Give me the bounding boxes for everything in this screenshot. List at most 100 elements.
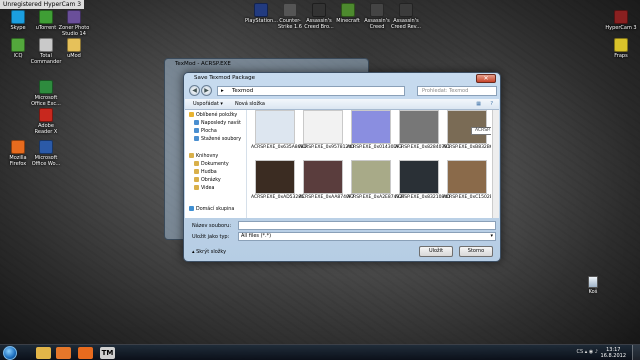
file-name: ACRSP.EXE_0x01430DF3 [347,145,403,150]
desktop-icon-recycle-bin[interactable]: Koš [582,276,604,295]
arrow-right-icon: ▶ [204,87,209,94]
search-input[interactable]: Prohledat: Texmod [417,86,497,96]
vertical-scrollbar[interactable] [492,110,499,218]
sidebar-item-recent[interactable]: Naposledy navšt [194,120,241,128]
file-thumbnail[interactable] [303,110,343,144]
close-button[interactable]: ✕ [476,74,496,83]
filename-row: Název souboru: [188,221,496,231]
desktop-icon-assassins-creed[interactable]: Assassin's Creed [361,3,393,30]
file-thumbnail[interactable] [351,110,391,144]
clock[interactable]: 13:17 16.8.2012 [601,347,626,359]
desktop-icon-adobe-reader[interactable]: Adobe Reader X [30,108,62,135]
taskbar-explorer[interactable] [36,347,51,359]
file-name: ACRSP.EXE_0xAD53285 [251,195,304,200]
sidebar-item-libraries[interactable]: Knihovny [189,153,218,161]
folder-icon [67,38,81,52]
recording-watermark: Unregistered HyperCam 3 [0,0,85,9]
desktop-icon-zoner[interactable]: Zoner Photo Studio 14 [58,10,90,37]
clock-date: 16.8.2012 [600,353,626,359]
sidebar-item-documents[interactable]: Dokumenty [194,161,229,169]
desktop-icon-word[interactable]: Microsoft Office Wo... [30,140,62,167]
recycle-bin-icon [588,276,598,288]
desktop-icon-assassins-creed-rev[interactable]: Assassin's Creed Rev... [390,3,422,30]
desktop-icon-assassins-creed-bro[interactable]: Assassin's Creed Bro... [303,3,335,30]
file-thumbnail[interactable] [399,160,439,194]
start-button[interactable] [3,346,17,360]
chevron-down-icon: ▾ [490,233,493,239]
dialog-title: Save Texmod Package [194,75,255,81]
game-icon [312,3,326,17]
skype-icon [11,10,25,24]
hide-folders-toggle[interactable]: ▴ Skrýt složky [192,248,226,256]
cancel-button[interactable]: Storno [459,246,493,257]
firefox-icon [11,140,25,154]
desktop-icon-playstation[interactable]: PlayStation... [245,3,278,24]
icq-icon [11,38,25,52]
system-tray[interactable]: CS ▴ ◉ ♪ [576,349,598,355]
excel-icon [39,80,53,94]
show-desktop-button[interactable] [632,345,640,360]
sidebar-item-pictures[interactable]: Obrázky [194,177,221,185]
hypercam-icon [614,10,628,24]
filetype-label: Uložit jako typ: [192,234,230,240]
address-bar[interactable]: ▸ Texmod [217,86,405,96]
language-indicator[interactable]: CS [576,349,583,355]
recent-icon [194,120,199,125]
sidebar-item-music[interactable]: Hudba [194,169,217,177]
game-icon [341,3,355,17]
taskbar-texmod[interactable]: TM [100,347,115,359]
game-icon [254,3,268,17]
help-icon[interactable]: ? [490,99,493,110]
organize-button[interactable]: Uspořádat ▾ [193,99,223,110]
file-thumbnail[interactable] [303,160,343,194]
file-browser-panel: Oblíbené položky Naposledy navšt Plocha … [185,110,499,218]
navigation-sidebar: Oblíbené položky Naposledy navšt Plocha … [185,110,247,218]
taskbar-firefox[interactable] [78,347,93,359]
view-options-icon[interactable]: ▦ [476,99,481,110]
downloads-icon [194,136,199,141]
word-icon [39,140,53,154]
desktop-icon-minecraft[interactable]: Minecraft [332,3,364,24]
homegroup-icon [189,206,194,211]
desktop-icon-umod[interactable]: uMod [58,38,90,59]
file-name: ACRSP.EXE_0xB832B67 [443,145,491,150]
folder-icon: ▸ [221,88,224,94]
file-thumbnail[interactable] [255,110,295,144]
desktop-icon-counter-strike[interactable]: Counter-Strike 1.6 [274,3,306,30]
save-button[interactable]: Uložit [419,246,453,257]
game-icon [399,3,413,17]
favorites-icon [189,112,194,117]
close-icon: ✕ [483,75,489,82]
game-icon [283,3,297,17]
back-button[interactable]: ◀ [189,85,200,96]
sidebar-item-desktop[interactable]: Plocha [194,128,217,136]
desktop-icon-fraps[interactable]: Fraps [605,38,637,59]
sidebar-item-videos[interactable]: Videa [194,185,214,193]
file-thumbnail[interactable] [447,160,487,194]
sidebar-item-homegroup[interactable]: Domácí skupina [189,206,234,214]
desktop-icon-hypercam[interactable]: HyperCam 3 [605,10,637,31]
file-thumbnail[interactable] [351,160,391,194]
file-thumbnail[interactable] [399,110,439,144]
forward-button[interactable]: ▶ [201,85,212,96]
texmod-window-title: TexMod - ACRSP.EXE [175,61,231,67]
videos-icon [194,185,199,190]
file-name: ACRSP.EXE_0x828407B1 [395,145,451,150]
tray-arrow-icon[interactable]: ▴ ◉ ♪ [585,349,598,355]
sidebar-item-downloads[interactable]: Stažené soubory [194,136,241,144]
sidebar-item-favorites[interactable]: Oblíbené položky [189,112,237,120]
file-name: ACRSP.EXE_0x83210840 [395,195,451,200]
zoner-icon [67,10,81,24]
file-thumbnail[interactable] [255,160,295,194]
navigation-bar: ◀ ▶ ▸ Texmod Prohledat: Texmod [187,85,497,97]
taskbar-media-player[interactable] [56,347,71,359]
desktop-icon-excel[interactable]: Microsoft Office Exc... [30,80,62,107]
texmod-icon: TM [101,349,114,357]
game-icon [370,3,384,17]
filetype-select[interactable]: All files (*.*) ▾ [238,232,496,241]
filename-input[interactable] [238,221,496,230]
address-path: Texmod [232,88,254,94]
filename-label: Název souboru: [192,223,232,229]
new-folder-button[interactable]: Nová složka [235,99,265,110]
search-placeholder: Prohledat: Texmod [422,88,469,94]
